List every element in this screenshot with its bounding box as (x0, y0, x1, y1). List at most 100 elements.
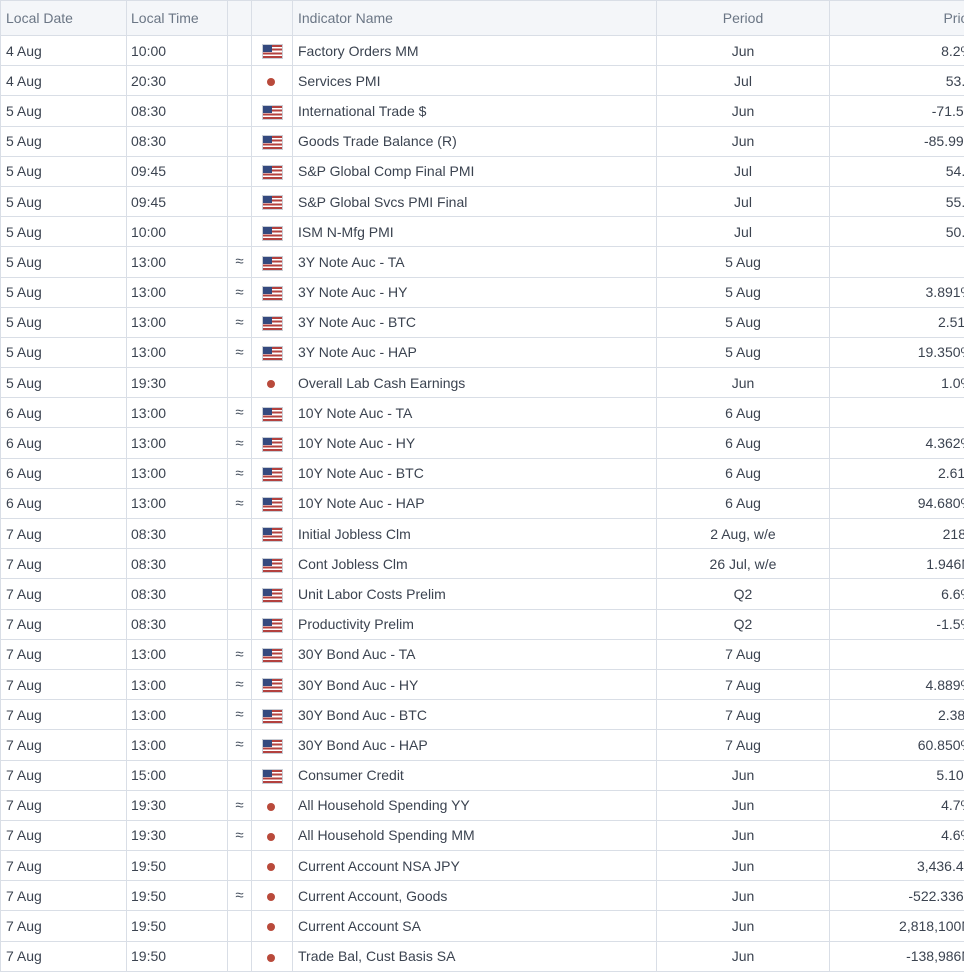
cell-indicator-name: 30Y Bond Auc - HAP (292, 729, 657, 761)
cell-flag (251, 246, 293, 278)
column-header-prior[interactable]: Prior (829, 0, 964, 36)
cell-period: Jun (656, 367, 830, 399)
cell-flag (251, 155, 293, 187)
cell-prior: 50.8 (829, 216, 964, 248)
table-row[interactable]: 5 Aug08:30 International Trade $Jun-71.5B (0, 95, 964, 127)
cell-local-time: 19:50 (126, 880, 228, 912)
cell-local-time: 13:00 (126, 306, 228, 338)
cell-flag (251, 517, 293, 550)
table-row[interactable]: 5 Aug13:00≈3Y Note Auc - HAP5 Aug19.350% (0, 336, 964, 369)
column-header-period[interactable]: Period (656, 0, 830, 36)
table-row[interactable]: 6 Aug13:00≈10Y Note Auc - HY6 Aug4.362% (0, 427, 964, 459)
approx-icon: ≈ (227, 487, 252, 520)
japan-flag-icon (262, 75, 282, 89)
column-header-local-date[interactable]: Local Date (0, 0, 127, 36)
cell-local-time: 09:45 (126, 155, 228, 187)
cell-indicator-name: Goods Trade Balance (R) (292, 125, 657, 157)
table-row[interactable]: 7 Aug 08:30 Cont Jobless Clm 26 Jul, w/e 1.9… (0, 548, 964, 580)
cell-indicator-name: 30Y Bond Auc - BTC (292, 699, 657, 731)
table-row[interactable]: 7 Aug 19:50 Trade Bal, Cust Basis SA Jun -13… (0, 940, 964, 972)
table-row[interactable]: 7 Aug 19:30 ≈ All Household Spending YY Jun 4… (0, 789, 964, 821)
table-row[interactable]: 5 Aug 13:00 ≈3Y Note Auc - TA 5 Aug (0, 246, 964, 278)
cell-flag (251, 185, 293, 218)
cell-indicator-name: Factory Orders MM (292, 34, 657, 67)
table-row[interactable]: 7 Aug 19:50 Current Account NSA JPY Jun 3,43… (0, 850, 964, 882)
cell-flag (251, 789, 293, 821)
cell-local-date: 7 Aug (0, 850, 127, 882)
cell-flag (251, 487, 293, 520)
cell-flag (251, 276, 293, 308)
cell-local-date: 7 Aug (0, 729, 127, 761)
cell-local-date: 5 Aug (0, 306, 127, 338)
column-header-local-time[interactable]: Local Time (126, 0, 228, 36)
cell-flag (251, 216, 293, 248)
cell-indicator-name: Unit Labor Costs Prelim (292, 578, 657, 610)
table-row[interactable]: 7 Aug15:00 Consumer CreditJun5.10B (0, 759, 964, 791)
approx-icon (227, 608, 252, 640)
table-row[interactable]: 7 Aug 19:50 Current Account SA Jun 2,818,100… (0, 910, 964, 942)
cell-period: Jun (656, 125, 830, 157)
cell-period: 2 Aug, w/e (656, 517, 830, 550)
cell-prior: -522.336B (829, 880, 964, 912)
approx-icon (227, 940, 252, 972)
cell-indicator-name: Trade Bal, Cust Basis SA (292, 940, 657, 972)
cell-indicator-name: 30Y Bond Auc - TA (292, 638, 657, 670)
cell-period: 7 Aug (656, 729, 830, 761)
table-row[interactable]: 6 Aug 13:00 ≈10Y Note Auc - TA 6 Aug (0, 397, 964, 429)
approx-icon (227, 65, 252, 97)
cell-period: Jun (656, 789, 830, 821)
economic-calendar-table: Local Date Local Time Indicator Name Per… (0, 0, 964, 972)
table-row[interactable]: 6 Aug 13:00 ≈10Y Note Auc - HAP 6 Aug 94.680… (0, 487, 964, 520)
cell-local-time: 13:00 (126, 276, 228, 308)
cell-period: Q2 (656, 608, 830, 640)
us-flag-icon (262, 649, 282, 663)
approx-icon: ≈ (227, 276, 252, 308)
cell-indicator-name: 10Y Note Auc - BTC (292, 457, 657, 489)
cell-indicator-name: Current Account, Goods (292, 880, 657, 912)
cell-local-time: 08:30 (126, 548, 228, 580)
table-row[interactable]: 5 Aug10:00 ISM N-Mfg PMIJul50.8 (0, 216, 964, 248)
cell-indicator-name: Initial Jobless Clm (292, 517, 657, 550)
table-row[interactable]: 7 Aug 19:50 ≈ Current Account, Goods Jun -522… (0, 880, 964, 912)
table-row[interactable]: 7 Aug 08:30 Initial Jobless Clm 2 Aug, w/e 2… (0, 517, 964, 550)
cell-period: Jun (656, 819, 830, 852)
approx-icon: ≈ (227, 729, 252, 761)
table-row[interactable]: 5 Aug 09:45 S&P Global Comp Final PMI Jul 54… (0, 155, 964, 187)
table-row[interactable]: 7 Aug13:00≈30Y Bond Auc - HY7 Aug4.889% (0, 668, 964, 701)
cell-local-time: 13:00 (126, 457, 228, 489)
column-header-indicator-name[interactable]: Indicator Name (292, 0, 657, 36)
table-row[interactable]: 7 Aug08:30 Unit Labor Costs PrelimQ26.6% (0, 578, 964, 610)
cell-prior: 1.0% (829, 367, 964, 399)
cell-period: Jun (656, 34, 830, 67)
table-row[interactable]: 5 Aug 19:30 Overall Lab Cash Earnings Jun 1.… (0, 367, 964, 399)
cell-local-time: 13:00 (126, 668, 228, 701)
approx-icon (227, 155, 252, 187)
cell-local-time: 19:30 (126, 367, 228, 399)
table-row[interactable]: 5 Aug 08:30 Goods Trade Balance (R) Jun -85.… (0, 125, 964, 157)
table-row[interactable]: 6 Aug13:00≈10Y Note Auc - BTC6 Aug2.610 (0, 457, 964, 489)
table-row[interactable]: 5 Aug 09:45 S&P Global Svcs PMI Final Jul 55… (0, 185, 964, 218)
table-body: 4 Aug10:00Factory Orders MMJun8.2%4 Aug2… (0, 34, 964, 972)
table-row[interactable]: 4 Aug10:00 Factory Orders MMJun8.2% (0, 34, 964, 67)
cell-local-date: 5 Aug (0, 125, 127, 157)
cell-indicator-name: International Trade $ (292, 95, 657, 127)
cell-period: Jun (656, 95, 830, 127)
approx-icon (227, 578, 252, 610)
table-row[interactable]: 7 Aug 19:30 ≈ All Household Spending MM Jun 4… (0, 819, 964, 852)
cell-flag (251, 34, 293, 67)
table-row[interactable]: 7 Aug 13:00 ≈30Y Bond Auc - HAP 7 Aug 60.850… (0, 729, 964, 761)
table-row[interactable]: 4 Aug20:30 Services PMIJul53.5 (0, 65, 964, 97)
cell-prior (829, 638, 964, 670)
table-row[interactable]: 7 Aug 13:00 ≈30Y Bond Auc - TA 7 Aug (0, 638, 964, 670)
table-row[interactable]: 5 Aug13:00≈3Y Note Auc - HY5 Aug3.891% (0, 276, 964, 308)
cell-period: Jul (656, 216, 830, 248)
us-flag-icon (262, 437, 282, 451)
cell-local-time: 10:00 (126, 216, 228, 248)
cell-prior: 55.2 (829, 185, 964, 218)
table-row[interactable]: 7 Aug13:00≈30Y Bond Auc - BTC7 Aug2.380 (0, 699, 964, 731)
cell-local-time: 19:50 (126, 910, 228, 942)
table-row[interactable]: 7 Aug08:30 Productivity PrelimQ2-1.5% (0, 608, 964, 640)
cell-indicator-name: Services PMI (292, 65, 657, 97)
table-row[interactable]: 5 Aug13:00≈3Y Note Auc - BTC5 Aug2.510 (0, 306, 964, 338)
cell-local-time: 13:00 (126, 336, 228, 369)
